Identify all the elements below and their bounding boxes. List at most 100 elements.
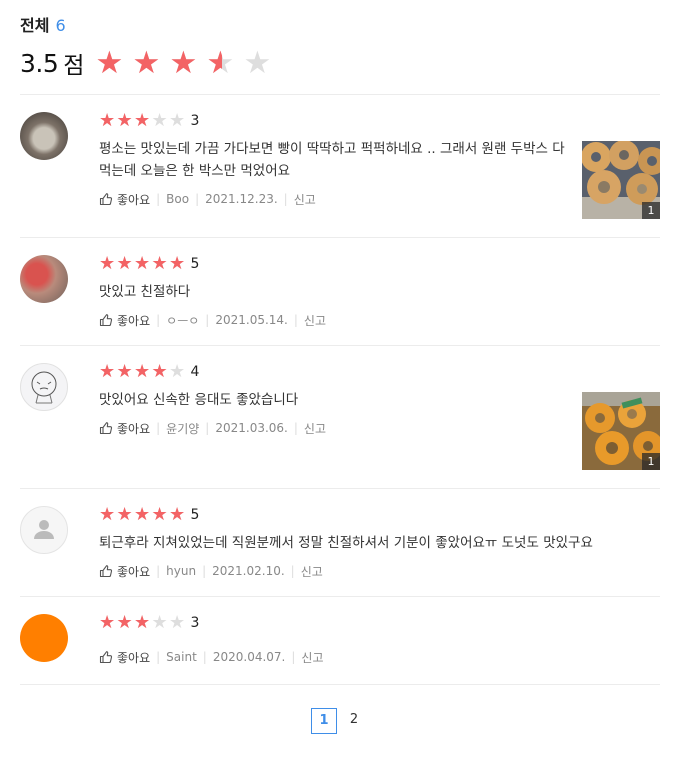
rating-number: 4 [190, 364, 200, 380]
review-meta: 좋아요 | Saint | 2020.04.07. | 신고 [99, 648, 574, 666]
thumbs-up-icon [99, 651, 113, 664]
like-button[interactable]: 좋아요 [99, 191, 150, 208]
review-star-rating: ★★★★★★★★★★ [99, 613, 187, 633]
star-filled-icon: ★ ★ [116, 504, 133, 525]
review-text: 퇴근후라 지쳐있었는데 직원분께서 정말 친절하셔서 기분이 좋았어요ㅠ 도넛도… [99, 535, 593, 551]
divider [20, 345, 660, 346]
photo-count-badge: 1 [642, 202, 660, 219]
score-unit: 점 [63, 53, 85, 79]
like-button[interactable]: 좋아요 [99, 563, 150, 580]
page-2-button[interactable]: 2 [341, 708, 367, 734]
star-filled-icon: ★ ★ [151, 253, 168, 274]
separator: | [156, 421, 161, 435]
pagination: 1 2 [311, 708, 367, 734]
star-filled-icon: ★ ★ [169, 504, 186, 525]
report-button[interactable]: 신고 [304, 312, 326, 329]
divider [20, 596, 660, 597]
author-name: ㅇㅡㅇ [166, 313, 200, 328]
separator: | [293, 421, 298, 435]
star-empty-icon: ★★ [151, 110, 168, 131]
total-label: 전체 [20, 16, 50, 35]
like-button[interactable]: 좋아요 [99, 649, 150, 666]
separator: | [156, 650, 161, 664]
report-button[interactable]: 신고 [301, 563, 323, 580]
review-date: 2021.02.10. [212, 564, 285, 578]
like-label: 좋아요 [117, 650, 151, 665]
average-star-rating: ★★★★★★★★★★ [95, 46, 280, 80]
star-empty-icon: ★★ [151, 612, 168, 633]
like-button[interactable]: 좋아요 [99, 312, 150, 329]
star-filled-icon: ★ ★ [116, 612, 133, 633]
report-button[interactable]: 신고 [301, 649, 323, 666]
star-filled-icon: ★ ★ [169, 45, 198, 81]
separator: | [202, 650, 207, 664]
review-text: 맛있어요 신속한 응대도 좋았습니다 [99, 392, 299, 408]
like-button[interactable]: 좋아요 [99, 420, 150, 437]
avatar[interactable] [20, 112, 68, 160]
review-date: 2021.05.14. [215, 313, 288, 327]
author-name: hyun [166, 564, 197, 578]
star-filled-icon: ★ ★ [95, 45, 124, 81]
rating-number: 3 [190, 113, 200, 129]
star-filled-icon: ★ ★ [116, 361, 133, 382]
thumbs-up-icon [99, 314, 113, 327]
report-button[interactable]: 신고 [294, 191, 316, 208]
like-label: 좋아요 [117, 313, 151, 328]
star-empty-icon: ★★ [169, 361, 186, 382]
photo-count-badge: 1 [642, 453, 660, 470]
review-meta: 좋아요 | hyun | 2021.02.10. | 신고 [99, 562, 659, 580]
avatar[interactable] [20, 506, 68, 554]
separator: | [195, 192, 200, 206]
divider [20, 237, 660, 238]
avatar[interactable] [20, 614, 68, 662]
review-photo-thumbnail[interactable]: 1 [582, 392, 660, 470]
star-empty-icon: ★★ [169, 110, 186, 131]
thumbs-up-icon [99, 422, 113, 435]
like-label: 좋아요 [117, 564, 151, 579]
review-meta: 좋아요 | Boo | 2021.12.23. | 신고 [99, 190, 574, 208]
review-photo-thumbnail[interactable]: 1 [582, 141, 660, 219]
divider [20, 488, 660, 489]
average-score: 3.5 점 ★★★★★★★★★★ [20, 46, 280, 80]
author-name: Saint [166, 650, 197, 664]
separator: | [156, 192, 161, 206]
author-name: 윤기양 [166, 421, 200, 436]
divider [20, 94, 660, 95]
separator: | [156, 313, 161, 327]
separator: | [156, 564, 161, 578]
star-filled-icon: ★ ★ [99, 504, 116, 525]
default-user-icon [34, 520, 54, 539]
separator: | [291, 650, 296, 664]
rating-number: 5 [190, 256, 200, 272]
review-text: 맛있고 친절하다 [99, 284, 191, 300]
review-meta: 좋아요 | 윤기양 | 2021.03.06. | 신고 [99, 419, 574, 437]
report-button[interactable]: 신고 [304, 420, 326, 437]
star-empty-icon: ★★ [169, 612, 186, 633]
review-star-rating: ★★★★★★★★★★ [99, 362, 187, 382]
separator: | [202, 564, 207, 578]
review-meta: 좋아요 | ㅇㅡㅇ | 2021.05.14. | 신고 [99, 311, 574, 329]
cartoon-face-avatar [31, 371, 57, 404]
author-name: Boo [166, 192, 190, 206]
rating-number: 5 [190, 507, 200, 523]
review-date: 2021.03.06. [215, 421, 288, 435]
avatar[interactable] [20, 363, 68, 411]
star-filled-icon: ★ ★ [134, 504, 151, 525]
star-filled-icon: ★ ★ [134, 361, 151, 382]
star-filled-icon: ★ ★ [132, 45, 161, 81]
star-filled-icon: ★ ★ [99, 612, 116, 633]
avatar[interactable] [20, 255, 68, 303]
star-filled-icon: ★ ★ [99, 253, 116, 274]
star-filled-icon: ★ ★ [99, 361, 116, 382]
star-filled-icon: ★ ★ [151, 504, 168, 525]
score-value: 3.5 [20, 48, 59, 78]
star-empty-icon: ★★ [243, 45, 272, 81]
review-date: 2021.12.23. [205, 192, 278, 206]
star-filled-icon: ★ ★ [99, 110, 116, 131]
thumbs-up-icon [99, 565, 113, 578]
separator: | [290, 564, 295, 578]
star-filled-icon: ★ ★ [134, 253, 151, 274]
star-filled-icon: ★ ★ [116, 253, 133, 274]
like-label: 좋아요 [117, 192, 151, 207]
page-1-button[interactable]: 1 [311, 708, 337, 734]
